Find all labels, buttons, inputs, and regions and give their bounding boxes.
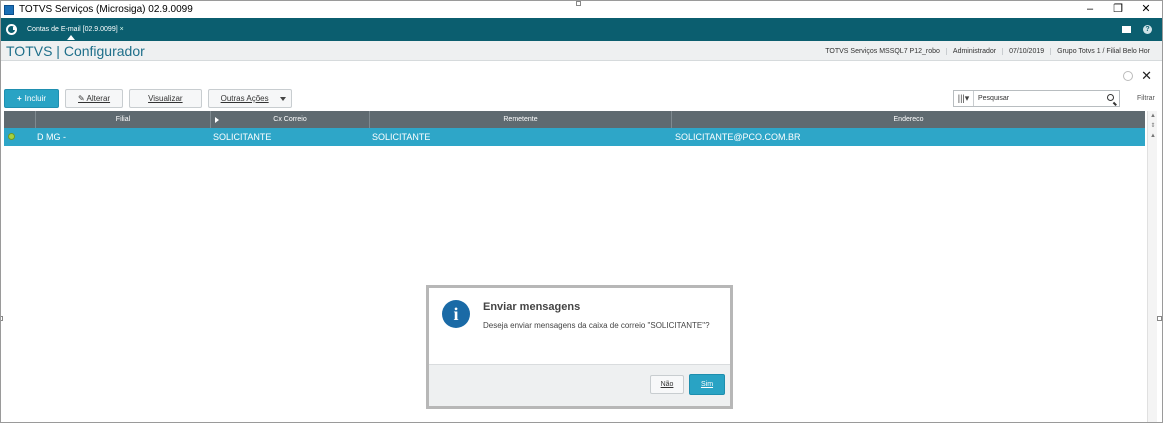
- app-header: TOTVS | Configurador TOTVS Serviços MSSQ…: [1, 41, 1162, 61]
- cell-cx-correio: SOLICITANTE: [213, 132, 272, 142]
- cell-filial: D MG -: [37, 132, 66, 142]
- more-actions-label: Outras Ações: [220, 94, 269, 103]
- search-box: |||▾: [953, 90, 1120, 107]
- grid-header: Filial Cx Correio Remetente Endereco: [4, 111, 1145, 128]
- info-icon: i: [442, 300, 470, 328]
- os-title-bar: TOTVS Serviços (Microsiga) 02.9.0099 – ❐…: [1, 1, 1162, 18]
- resize-handle-right[interactable]: [1157, 316, 1162, 321]
- search-icon[interactable]: [1107, 94, 1114, 101]
- environment-info: TOTVS Serviços MSSQL7 P12_robo: [825, 47, 940, 55]
- confirm-dialog: i Enviar mensagens Deseja enviar mensage…: [426, 285, 733, 409]
- tab-label: Contas de E-mail [02.9.0099]: [27, 26, 118, 33]
- plus-icon: +: [17, 94, 22, 103]
- resize-handle-left[interactable]: [1, 316, 3, 321]
- power-icon[interactable]: [6, 24, 17, 35]
- chevron-down-icon: [279, 97, 286, 101]
- column-header-cx-correio-label: Cx Correio: [273, 116, 307, 123]
- cell-endereco: SOLICITANTE@PCO.COM.BR: [675, 132, 801, 142]
- view-button[interactable]: Visualizar: [129, 89, 202, 108]
- scroll-up-icon[interactable]: ▲: [1148, 111, 1158, 121]
- dialog-title: Enviar mensagens: [483, 301, 581, 313]
- dialog-message: Deseja enviar mensagens da caixa de corr…: [483, 321, 710, 330]
- table-row[interactable]: D MG - SOLICITANTE SOLICITANTE SOLICITAN…: [4, 128, 1145, 146]
- panel-controls: ✕: [1123, 68, 1152, 84]
- edit-button[interactable]: ✎ Alterar: [65, 89, 124, 108]
- status-dot-icon: [8, 133, 15, 140]
- toolbar: + Incluir ✎ Alterar Visualizar Outras Açõ…: [4, 89, 292, 108]
- date-info: 07/10/2019: [1002, 47, 1050, 55]
- app-window: TOTVS Serviços (Microsiga) 02.9.0099 – ❐…: [0, 0, 1163, 423]
- column-resize-icon: [215, 117, 219, 123]
- tab-email-accounts[interactable]: Contas de E-mail [02.9.0099] ×: [23, 21, 128, 41]
- yes-button[interactable]: Sim: [689, 374, 725, 395]
- add-button-label: Incluir: [24, 94, 47, 103]
- tab-bar: Contas de E-mail [02.9.0099] × ?: [1, 18, 1162, 41]
- page-title: TOTVS | Configurador: [6, 43, 145, 59]
- minimize-button[interactable]: –: [1076, 1, 1104, 18]
- search-input[interactable]: [974, 92, 1094, 105]
- header-status-col: [4, 111, 36, 128]
- mail-icon[interactable]: [1122, 26, 1131, 33]
- scroll-mid-icon[interactable]: ⇕: [1148, 121, 1158, 131]
- filter-link[interactable]: Filtrar: [1137, 95, 1155, 102]
- data-grid: Filial Cx Correio Remetente Endereco D M…: [4, 111, 1145, 146]
- edit-button-label: Alterar: [86, 94, 111, 103]
- window-title: TOTVS Serviços (Microsiga) 02.9.0099: [19, 4, 193, 15]
- column-header-endereco[interactable]: Endereco: [672, 111, 1145, 128]
- pencil-icon: ✎: [78, 94, 87, 103]
- cell-remetente: SOLICITANTE: [372, 132, 431, 142]
- restore-button[interactable]: ❐: [1104, 1, 1132, 18]
- more-actions-button[interactable]: Outras Ações: [207, 89, 292, 108]
- resize-handle-top[interactable]: [576, 1, 581, 6]
- dialog-footer: Não Sim: [429, 364, 730, 406]
- column-header-remetente[interactable]: Remetente: [370, 111, 672, 128]
- tab-close-icon[interactable]: ×: [120, 26, 124, 33]
- window-close-button[interactable]: ✕: [1132, 1, 1160, 18]
- branch-info: Grupo Totvs 1 / Filial Belo Hor: [1050, 47, 1156, 55]
- add-button[interactable]: + Incluir: [4, 89, 60, 108]
- column-header-filial[interactable]: Filial: [36, 111, 211, 128]
- help-icon[interactable]: ?: [1143, 25, 1152, 34]
- columns-icon[interactable]: |||▾: [954, 91, 974, 106]
- column-header-cx-correio[interactable]: Cx Correio: [211, 111, 370, 128]
- panel-close-icon[interactable]: ✕: [1141, 68, 1152, 84]
- no-button[interactable]: Não: [650, 375, 684, 394]
- session-info: TOTVS Serviços MSSQL7 P12_robo Administr…: [819, 41, 1156, 61]
- user-info: Administrador: [945, 47, 1002, 55]
- active-tab-indicator: [67, 35, 75, 40]
- vertical-scrollbar[interactable]: ▲ ⇕ ▲: [1147, 111, 1158, 422]
- scroll-down-icon[interactable]: ▲: [1148, 131, 1158, 141]
- gear-icon[interactable]: [1123, 71, 1134, 81]
- app-icon: [4, 4, 14, 15]
